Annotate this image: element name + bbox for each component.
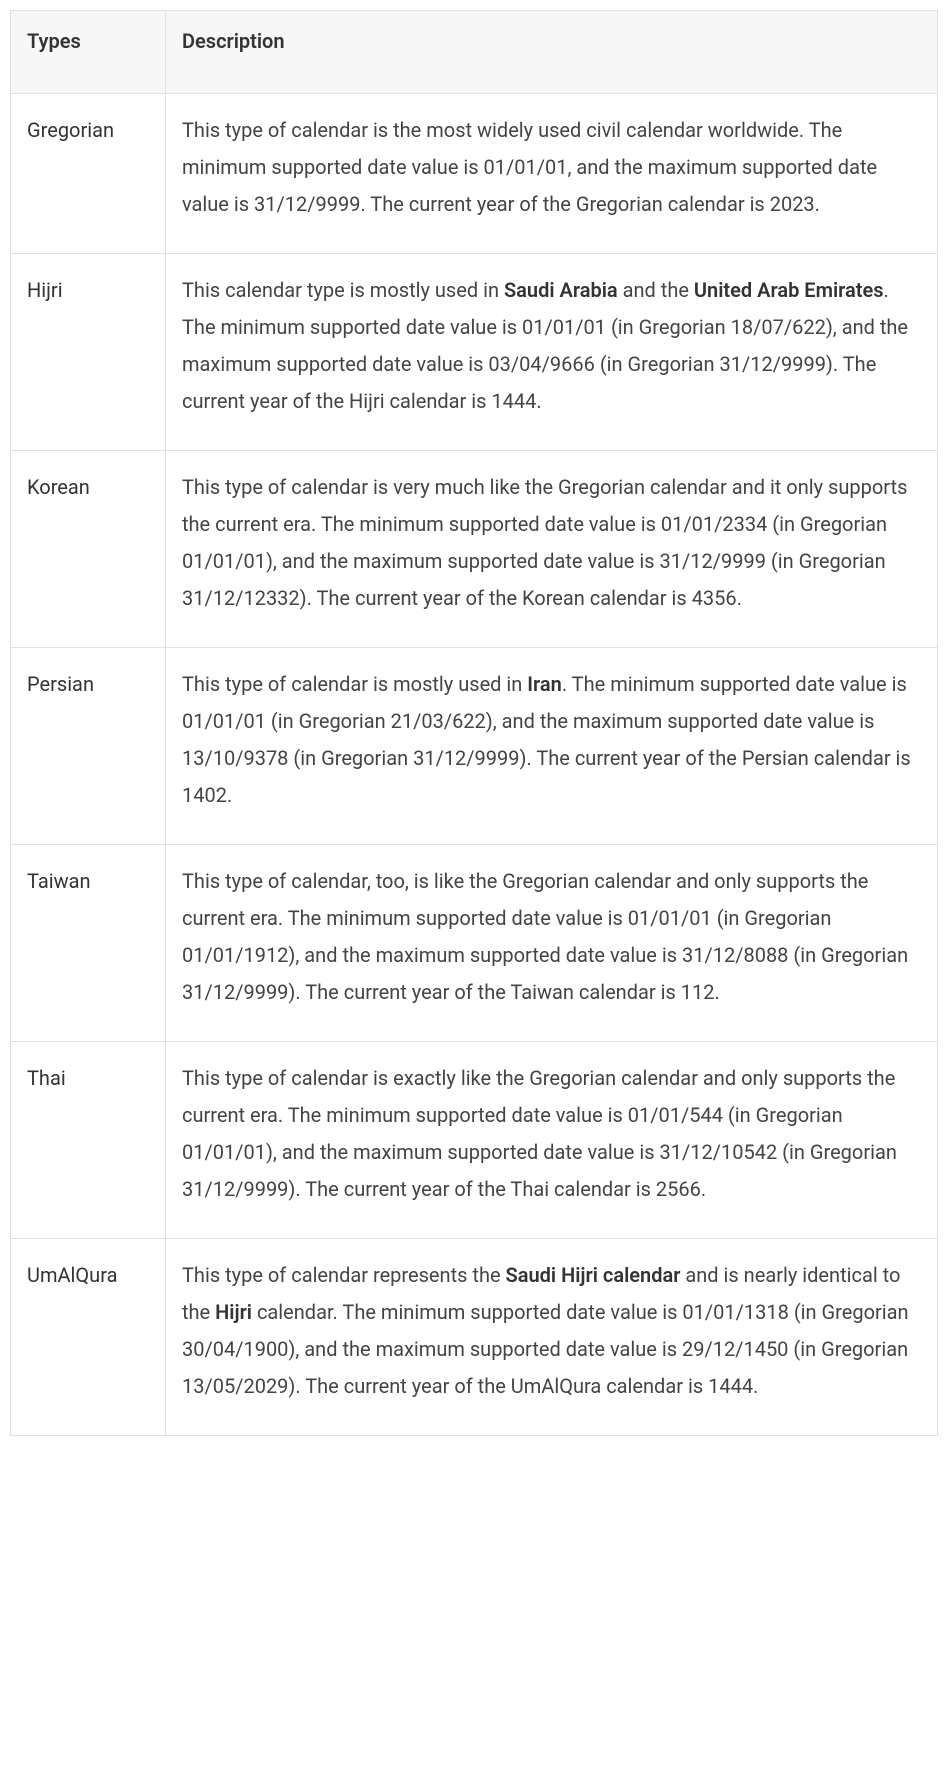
type-cell: Hijri (11, 254, 166, 451)
table-row: KoreanThis type of calendar is very much… (11, 451, 938, 648)
table-row: HijriThis calendar type is mostly used i… (11, 254, 938, 451)
table-body: GregorianThis type of calendar is the mo… (11, 94, 938, 1436)
description-cell: This calendar type is mostly used in Sau… (166, 254, 938, 451)
header-types: Types (11, 11, 166, 94)
table-header-row: Types Description (11, 11, 938, 94)
type-cell: Taiwan (11, 845, 166, 1042)
type-cell: Persian (11, 648, 166, 845)
description-cell: This type of calendar is exactly like th… (166, 1042, 938, 1239)
type-cell: UmAlQura (11, 1239, 166, 1436)
description-cell: This type of calendar is mostly used in … (166, 648, 938, 845)
calendar-types-table: Types Description GregorianThis type of … (10, 10, 938, 1436)
description-cell: This type of calendar is very much like … (166, 451, 938, 648)
type-cell: Korean (11, 451, 166, 648)
description-cell: This type of calendar is the most widely… (166, 94, 938, 254)
table-row: GregorianThis type of calendar is the mo… (11, 94, 938, 254)
type-cell: Gregorian (11, 94, 166, 254)
description-cell: This type of calendar represents the Sau… (166, 1239, 938, 1436)
table-row: ThaiThis type of calendar is exactly lik… (11, 1042, 938, 1239)
table-row: UmAlQuraThis type of calendar represents… (11, 1239, 938, 1436)
table-row: PersianThis type of calendar is mostly u… (11, 648, 938, 845)
description-cell: This type of calendar, too, is like the … (166, 845, 938, 1042)
table-row: TaiwanThis type of calendar, too, is lik… (11, 845, 938, 1042)
type-cell: Thai (11, 1042, 166, 1239)
header-description: Description (166, 11, 938, 94)
